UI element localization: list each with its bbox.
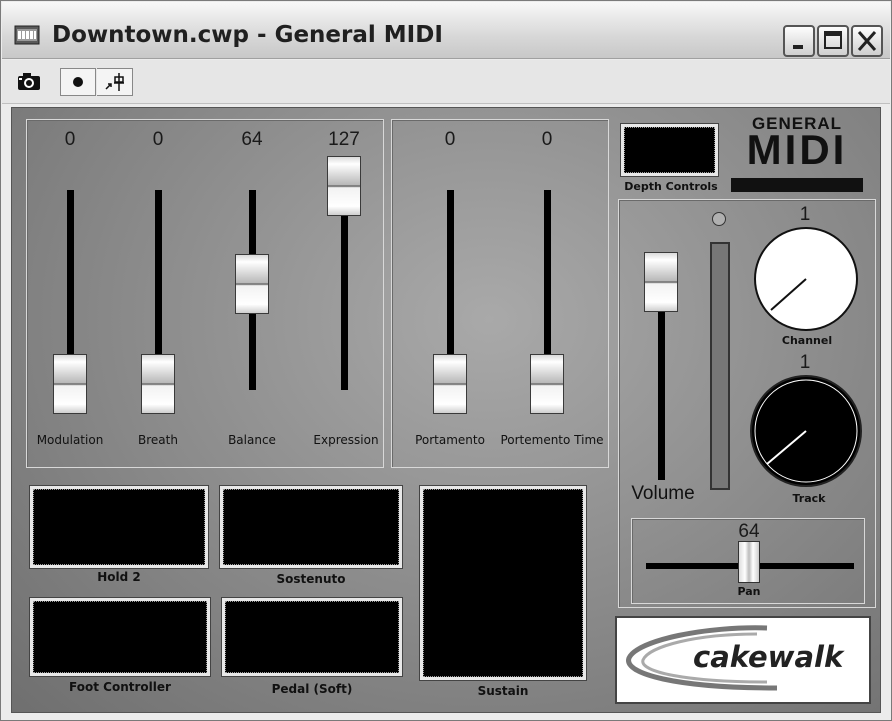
record-button[interactable] [60,68,96,96]
record-icon [73,77,83,87]
balance-label: Balance [228,433,276,447]
breath-label: Breath [138,433,178,447]
breath-thumb[interactable] [141,354,175,414]
portamento-time-thumb[interactable] [530,354,564,414]
pan-thumb[interactable] [738,541,760,583]
track-label: Track [792,492,826,505]
snapshot-button[interactable] [12,68,48,96]
maximize-button[interactable] [817,25,849,57]
modulation-thumb[interactable] [53,354,87,414]
window-title: Downtown.cwp - General MIDI [52,22,443,48]
expression-thumb[interactable] [327,156,361,216]
foot-controller-label: Foot Controller [69,680,171,694]
track-value: 1 [799,352,811,373]
volume-label: Volume [631,483,695,504]
portamento-value: 0 [444,129,456,150]
pedal-soft-label: Pedal (Soft) [271,682,353,696]
maximize-icon [824,31,842,49]
balance-value: 64 [241,129,263,150]
logo-midi-text: MIDI [746,126,848,173]
expression-label: Expression [313,433,379,447]
pan-value: 64 [738,521,760,542]
depth-controls-label: Depth Controls [624,180,718,193]
meter-led [712,212,726,226]
volume-group: Volume 1 Channel 1 Track 64 Pan [618,199,876,608]
portamento-time-value: 0 [541,129,553,150]
track-knob[interactable] [749,374,863,488]
portamento-time-label: Portemento Time [500,433,604,447]
volume-thumb[interactable] [644,252,678,312]
logo-bar [731,178,863,192]
sostenuto-pad[interactable] [220,486,402,568]
foot-controller-pad[interactable] [30,598,210,676]
hold2-pad[interactable] [30,486,208,568]
sustain-pad[interactable] [420,486,586,680]
channel-label: Channel [781,334,833,347]
cakewalk-brand-text: cakewalk [693,640,844,674]
expression-track[interactable] [341,190,348,390]
minimize-button[interactable] [783,25,815,57]
portamento-sliders-group: 0 Portamento 0 Portemento Time [391,119,609,468]
expression-value: 127 [328,129,360,150]
pin-button[interactable] [97,68,133,96]
control-panel: 0 Modulation 0 Breath 64 Balance 127 Exp… [11,107,881,713]
controller-sliders-group: 0 Modulation 0 Breath 64 Balance 127 Exp… [26,119,384,468]
portamento-thumb[interactable] [433,354,467,414]
toolbar [2,60,890,104]
channel-knob[interactable] [753,226,859,332]
general-midi-logo: GENERAL MIDI [730,114,864,194]
volume-meter [710,242,730,490]
title-bar[interactable]: Downtown.cwp - General MIDI [2,2,890,59]
modulation-label: Modulation [36,433,104,447]
sustain-label: Sustain [477,684,529,698]
sostenuto-label: Sostenuto [276,572,346,586]
pan-group: 64 Pan [631,518,865,604]
channel-value: 1 [799,204,811,225]
modulation-value: 0 [64,129,76,150]
pan-label: Pan [737,585,761,598]
pin-arrow-icon [105,73,124,91]
pedal-soft-pad[interactable] [222,598,402,676]
balance-thumb[interactable] [235,254,269,314]
volume-track[interactable] [658,310,665,480]
depth-controls-pad[interactable] [621,124,718,176]
close-icon [857,31,877,51]
app-icon [14,24,40,46]
portamento-label: Portamento [415,433,485,447]
camera-icon [18,73,40,90]
cakewalk-logo: cakewalk [615,616,871,704]
general-midi-window: Downtown.cwp - General MIDI 0 Modulation… [0,0,892,721]
breath-value: 0 [152,129,164,150]
minimize-icon [793,45,803,49]
close-button[interactable] [851,25,883,57]
hold2-label: Hold 2 [97,570,141,584]
